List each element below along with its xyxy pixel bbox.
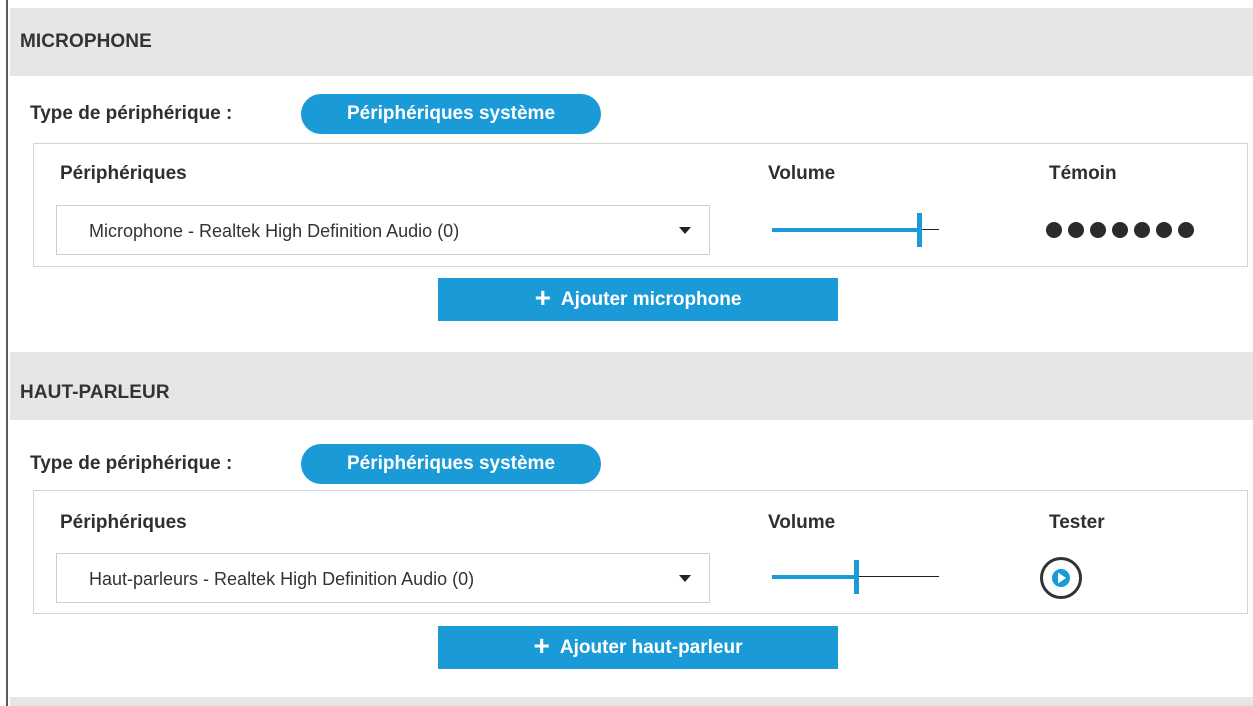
test-column-label: Tester [1049,512,1105,533]
device-type-label: Type de périphérique : [30,453,233,474]
microphone-device-type-toggle[interactable]: Périphériques système [301,94,601,134]
speaker-volume-slider[interactable] [772,560,939,594]
speaker-test-button[interactable] [1040,557,1082,599]
level-dot [1156,222,1172,238]
plus-icon: + [534,282,551,313]
add-speaker-label: Ajouter haut-parleur [559,636,743,658]
speaker-device-type-toggle[interactable]: Périphériques système [301,444,601,484]
microphone-device-box: Périphériques Volume Témoin Microphone -… [33,143,1248,267]
selected-device-text: Microphone - Realtek High Definition Aud… [89,221,460,241]
level-dot [1178,222,1194,238]
selected-device-text: Haut-parleurs - Realtek High Definition … [89,569,475,589]
slider-thumb[interactable] [917,213,922,247]
devices-column-label: Périphériques [60,512,187,533]
slider-fill [772,228,919,232]
indicator-column-label: Témoin [1049,163,1117,184]
plus-icon: + [533,630,550,661]
device-type-label: Type de périphérique : [30,103,233,124]
play-icon [1052,569,1070,587]
volume-column-label: Volume [768,163,836,184]
level-dot [1068,222,1084,238]
add-speaker-button[interactable]: + Ajouter haut-parleur [438,626,838,669]
devices-column-label: Périphériques [60,163,187,184]
microphone-level-indicator [1046,222,1194,238]
chevron-down-icon [679,227,691,234]
volume-column-label: Volume [768,512,836,533]
chevron-down-icon [679,575,691,582]
microphone-section-header: MICROPHONE [10,8,1253,76]
section-title: HAUT-PARLEUR [20,382,170,403]
speaker-section-header: HAUT-PARLEUR [10,352,1253,420]
level-dot [1112,222,1128,238]
speaker-device-box: Périphériques Volume Tester Haut-parleur… [33,490,1248,614]
microphone-device-select[interactable]: Microphone - Realtek High Definition Aud… [56,205,710,255]
microphone-device-type-row: Type de périphérique : [30,93,232,135]
add-microphone-button[interactable]: + Ajouter microphone [438,278,838,321]
speaker-device-type-row: Type de périphérique : [30,443,232,485]
slider-fill [772,575,856,579]
level-dot [1134,222,1150,238]
next-section-header [10,697,1253,706]
level-dot [1090,222,1106,238]
level-dot [1046,222,1062,238]
slider-thumb[interactable] [854,560,859,594]
speaker-device-select[interactable]: Haut-parleurs - Realtek High Definition … [56,553,710,603]
section-title: MICROPHONE [20,31,152,52]
window-left-border [0,0,8,706]
microphone-volume-slider[interactable] [772,213,939,247]
audio-settings-panel: MICROPHONE Type de périphérique : Périph… [10,0,1253,706]
add-microphone-label: Ajouter microphone [560,288,742,310]
